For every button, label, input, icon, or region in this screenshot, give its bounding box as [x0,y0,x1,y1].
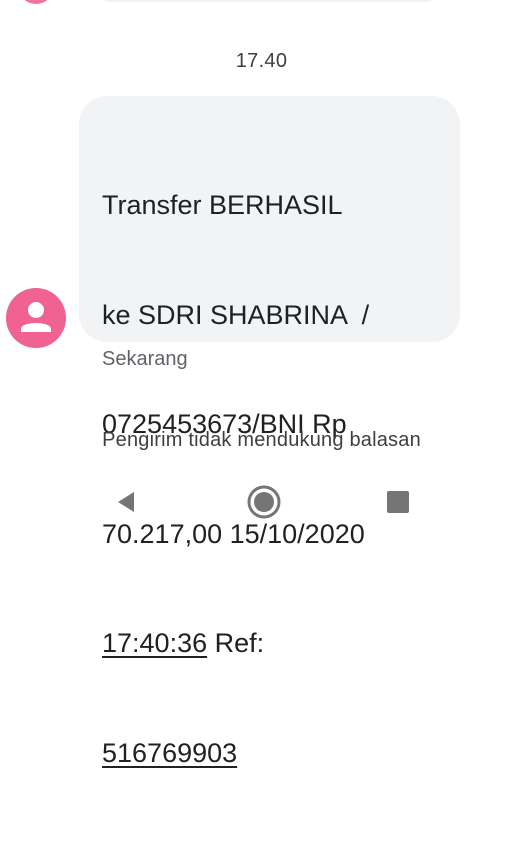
message-bubble[interactable]: Transfer BERHASIL ke SDRI SHABRINA / 072… [79,96,460,768]
home-button[interactable] [242,480,286,524]
reply-unsupported-notice: Pengirim tidak mendukung balasan [102,429,421,451]
message-line: ke SDRI SHABRINA / [102,299,370,330]
back-triangle-icon [118,492,134,512]
previous-sender-avatar [18,0,54,4]
message-status: Sekarang [102,348,188,370]
navigation-bar [0,480,523,524]
message-line: Transfer BERHASIL [102,190,343,220]
message-line: 516769903 [102,735,438,772]
recents-button[interactable] [376,480,420,524]
message-text: Transfer BERHASIL ke SDRI SHABRINA / 072… [102,114,438,844]
ref-number-link[interactable]: 516769903 [102,738,237,768]
sender-avatar[interactable] [6,288,66,348]
home-circle-icon [247,485,281,519]
ref-label: Ref: [207,628,265,658]
person-icon [21,302,51,332]
recents-square-icon [387,491,409,513]
time-link[interactable]: 17:40:36 [102,628,207,658]
back-button[interactable] [105,480,149,524]
time-divider: 17.40 [235,50,288,72]
previous-message-bubble [98,0,438,2]
message-line: 17:40:36 Ref: [102,625,438,662]
